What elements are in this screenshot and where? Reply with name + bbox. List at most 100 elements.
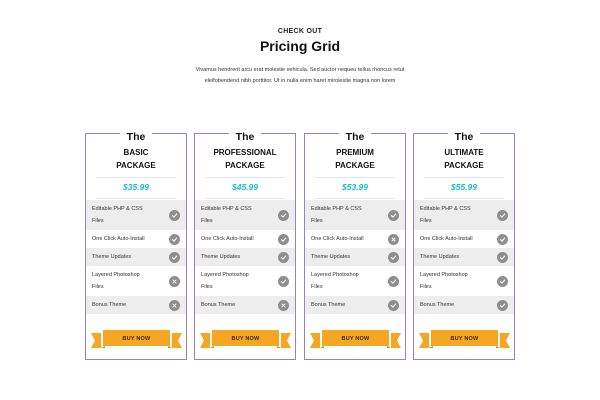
feature-text: Editable PHP & CSS Files [420, 203, 508, 227]
feature-text-line1: One Click Auto-Install [311, 236, 364, 242]
feature-text-line1: Theme Updates [420, 254, 460, 260]
card-top-label-text: The [228, 131, 262, 143]
cross-icon [169, 275, 180, 287]
feature-text: One Click Auto-Install [311, 233, 399, 245]
package-name: ULTIMATE PACKAGE [414, 146, 514, 172]
feature-text-line1: One Click Auto-Install [420, 236, 473, 242]
package-name-line1: PROFESSIONAL [213, 148, 277, 157]
package-price: $55.99 [451, 182, 477, 192]
package-name-line2: PACKAGE [444, 161, 484, 170]
feature-text: Layered Photoshop Files [311, 269, 399, 293]
check-icon [388, 275, 399, 287]
card-top-label: The [86, 127, 186, 145]
feature-text: Layered Photoshop Files [201, 269, 289, 293]
feature-text-line2: Files [201, 284, 213, 290]
price-divider [96, 198, 176, 199]
feature-text-line1: Layered Photoshop [420, 272, 468, 278]
buy-now-label[interactable]: BUY NOW [419, 330, 510, 348]
feature-text-line1: Editable PHP & CSS [92, 206, 143, 212]
package-name-line2: PACKAGE [116, 161, 156, 170]
feature-text: Theme Updates [420, 251, 508, 263]
buy-button-wrap: BUY NOW [195, 330, 295, 350]
card-divider [96, 177, 176, 178]
buy-button-wrap: BUY NOW [414, 330, 514, 350]
cross-icon [388, 233, 399, 245]
feature-text-line2: Files [420, 218, 432, 224]
package-name-line1: BASIC [123, 148, 149, 157]
feature-text: Layered Photoshop Files [420, 269, 508, 293]
buy-now-label[interactable]: BUY NOW [200, 330, 291, 348]
feature-text-line1: One Click Auto-Install [201, 236, 254, 242]
section-description: Vivamus hendrerit arcu erat molestie veh… [195, 67, 405, 84]
feature-row: Theme Updates [195, 248, 295, 266]
check-icon [388, 209, 399, 221]
feature-text-line2: Files [201, 218, 213, 224]
pricing-card: The PROFESSIONAL PACKAGE $45.99 Editable PHP… [194, 131, 296, 360]
feature-text-line1: Bonus Theme [201, 302, 236, 308]
cross-icon [169, 299, 180, 311]
feature-row: Layered Photoshop Files [195, 266, 295, 296]
feature-text: One Click Auto-Install [201, 233, 289, 245]
feature-row: Theme Updates [414, 248, 514, 266]
package-price: $45.99 [232, 182, 258, 192]
card-top-label: The [195, 127, 295, 145]
feature-row: Bonus Theme [414, 296, 514, 314]
feature-text-line1: Theme Updates [201, 254, 241, 260]
buy-now-label[interactable]: BUY NOW [91, 330, 182, 348]
check-icon [388, 299, 399, 311]
feature-text: Bonus Theme [92, 299, 180, 311]
feature-row: Theme Updates [305, 248, 405, 266]
buy-now-label[interactable]: BUY NOW [310, 330, 401, 348]
pricing-card: The ULTIMATE PACKAGE $55.99 Editable PHP & C… [413, 131, 515, 360]
feature-text-line2: Files [92, 218, 104, 224]
package-name-line2: PACKAGE [225, 161, 265, 170]
check-icon [497, 251, 508, 263]
feature-text: Bonus Theme [420, 299, 508, 311]
package-name: PREMIUM PACKAGE [305, 146, 405, 172]
package-price: $53.99 [342, 182, 368, 192]
feature-row: Editable PHP & CSS Files [195, 200, 295, 230]
check-icon [169, 209, 180, 221]
card-top-label-text: The [119, 131, 153, 143]
feature-text-line1: Layered Photoshop [311, 272, 359, 278]
check-icon [278, 209, 289, 221]
feature-text: Theme Updates [92, 251, 180, 263]
feature-text-line1: Theme Updates [311, 254, 351, 260]
check-icon [169, 233, 180, 245]
buy-now-button[interactable]: BUY NOW [419, 330, 510, 350]
package-name: BASIC PACKAGE [86, 146, 186, 172]
buy-button-wrap: BUY NOW [86, 330, 186, 350]
check-icon [497, 299, 508, 311]
feature-text: Editable PHP & CSS Files [201, 203, 289, 227]
buy-now-button[interactable]: BUY NOW [91, 330, 182, 350]
feature-row: Editable PHP & CSS Files [86, 200, 186, 230]
buy-now-button[interactable]: BUY NOW [200, 330, 291, 350]
check-icon [497, 209, 508, 221]
price-divider [315, 198, 395, 199]
feature-text: Editable PHP & CSS Files [92, 203, 180, 227]
section-eyebrow: CHECK OUT [277, 28, 323, 35]
feature-row: Bonus Theme [86, 296, 186, 314]
package-name-line2: PACKAGE [335, 161, 375, 170]
feature-text: One Click Auto-Install [92, 233, 180, 245]
feature-text: Theme Updates [201, 251, 289, 263]
pricing-card: The BASIC PACKAGE $35.99 Editable PHP & CSS F… [85, 131, 187, 360]
price-divider [424, 198, 504, 199]
feature-list: Editable PHP & CSS Files One Click Auto-In… [195, 200, 295, 314]
card-top-label-text: The [447, 131, 481, 143]
feature-row: One Click Auto-Install [414, 230, 514, 248]
feature-text-line1: Layered Photoshop [92, 272, 140, 278]
feature-row: Theme Updates [86, 248, 186, 266]
check-icon [278, 251, 289, 263]
feature-row: One Click Auto-Install [86, 230, 186, 248]
buy-now-button[interactable]: BUY NOW [310, 330, 401, 350]
feature-row: Editable PHP & CSS Files [305, 200, 405, 230]
check-icon [497, 233, 508, 245]
feature-text-line1: Bonus Theme [92, 302, 127, 308]
check-icon [169, 251, 180, 263]
feature-text: Bonus Theme [201, 299, 289, 311]
feature-row: Bonus Theme [305, 296, 405, 314]
feature-list: Editable PHP & CSS Files One Click Auto-In… [86, 200, 186, 314]
feature-text-line2: Files [311, 284, 323, 290]
price-divider [205, 198, 285, 199]
